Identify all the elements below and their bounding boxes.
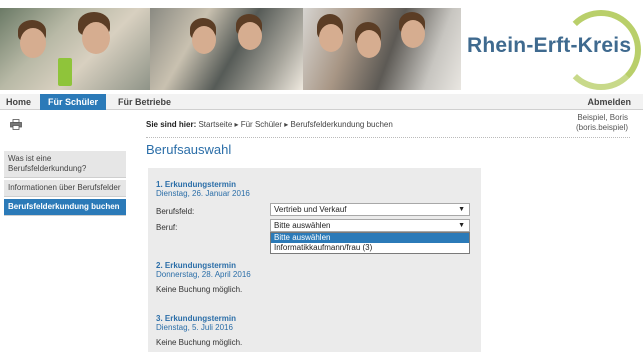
breadcrumb-prefix: Sie sind hier:	[146, 120, 197, 129]
banner-photo-students-microscope	[0, 8, 150, 90]
termin-3-title: 3. Erkundungstermin	[156, 314, 237, 323]
chevron-down-icon: ▼	[458, 206, 465, 213]
beruf-label: Beruf:	[156, 223, 178, 232]
berufsfeld-value: Vertrieb und Verkauf	[274, 205, 347, 214]
page-title: Berufsauswahl	[146, 142, 232, 157]
breadcrumb: Sie sind hier: Startseite ▸ Für Schüler …	[146, 120, 393, 129]
termin-1-title: 1. Erkundungstermin	[156, 180, 237, 189]
divider	[146, 137, 630, 138]
nav-fuer-schueler[interactable]: Für Schüler	[40, 94, 106, 110]
termin-3-note: Keine Buchung möglich.	[156, 338, 243, 347]
chevron-down-icon: ▼	[458, 222, 465, 229]
termin-2-date: Donnerstag, 28. April 2016	[156, 270, 251, 279]
beruf-dropdown-list: Bitte auswählen Informatikkaufmann/frau …	[270, 232, 470, 254]
termin-3-date: Dienstag, 5. Juli 2016	[156, 323, 233, 332]
banner-photo-students-lathe	[150, 8, 303, 90]
berufsfeld-select[interactable]: Vertrieb und Verkauf ▼	[270, 203, 470, 216]
logout-link[interactable]: Abmelden	[581, 94, 637, 110]
booking-panel: 1. Erkundungstermin Dienstag, 26. Januar…	[148, 168, 481, 352]
termin-2-note: Keine Buchung möglich.	[156, 285, 243, 294]
termin-1-date: Dienstag, 26. Januar 2016	[156, 189, 250, 198]
beruf-value: Bitte auswählen	[274, 221, 331, 230]
breadcrumb-path[interactable]: Startseite ▸ Für Schüler ▸ Berufsfelderk…	[198, 120, 392, 129]
sidebar: Was ist eine Berufsfelderkundung? Inform…	[4, 151, 126, 218]
logo-text: Rhein-Erft-Kreis	[467, 34, 632, 57]
sidebar-item-was-ist[interactable]: Was ist eine Berufsfelderkundung?	[4, 151, 126, 178]
banner-photo-students-group	[303, 8, 461, 90]
logo: Rhein-Erft-Kreis	[461, 8, 643, 90]
termin-2-title: 2. Erkundungstermin	[156, 261, 237, 270]
main-navigation: Home Für Schüler Für Betriebe Abmelden	[0, 94, 643, 110]
beruf-select[interactable]: Bitte auswählen ▼	[270, 219, 470, 232]
nav-home[interactable]: Home	[0, 94, 37, 110]
beruf-option[interactable]: Bitte auswählen	[271, 233, 469, 243]
berufsfeld-label: Berufsfeld:	[156, 207, 195, 216]
sidebar-item-informationen[interactable]: Informationen über Berufsfelder	[4, 180, 126, 197]
user-name: Beispiel, Boris	[577, 113, 628, 122]
user-login: (boris.beispiel)	[575, 123, 628, 132]
user-info: Beispiel, Boris (boris.beispiel)	[576, 113, 628, 133]
sidebar-item-buchen[interactable]: Berufsfelderkundung buchen	[4, 199, 126, 216]
beruf-option[interactable]: Informatikkaufmann/frau (3)	[271, 243, 469, 253]
nav-fuer-betriebe[interactable]: Für Betriebe	[112, 94, 177, 110]
printer-icon[interactable]	[10, 119, 22, 130]
header-banner: Rhein-Erft-Kreis	[0, 0, 643, 94]
